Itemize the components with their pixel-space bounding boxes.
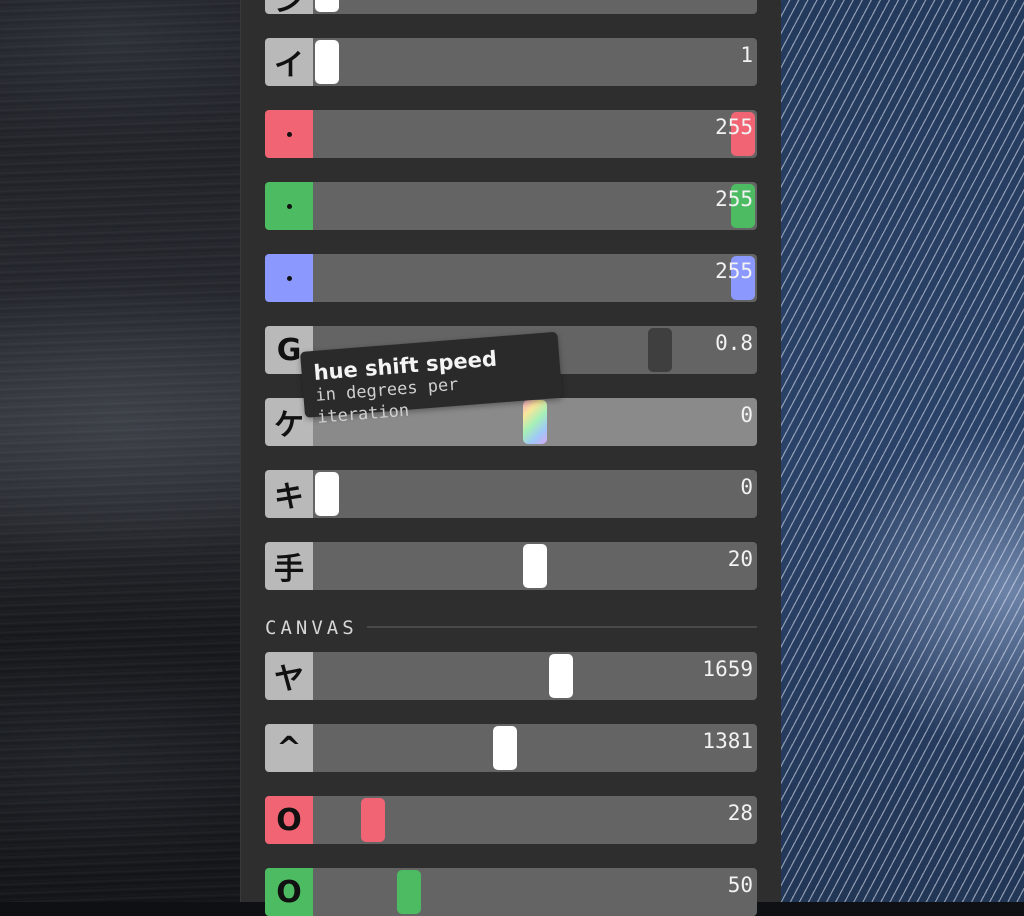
slider-track[interactable]: 1 [313, 38, 757, 86]
section-title-canvas: CANVAS [265, 617, 358, 639]
background-line-pattern [780, 0, 1024, 902]
slider-track[interactable]: 255 [313, 182, 757, 230]
slider-row-green[interactable]: 255 [265, 182, 757, 230]
ki-icon: キ [265, 470, 313, 518]
circle-green-icon: O [265, 868, 313, 916]
green-dot-icon [265, 182, 313, 230]
slider-row-circle-green[interactable]: O 50 [265, 868, 757, 916]
slider-value: 20 [727, 547, 753, 571]
slider-row-height[interactable]: ^ 1381 [265, 724, 757, 772]
slider-track[interactable]: 28 [313, 796, 757, 844]
slider-thumb[interactable] [523, 544, 547, 588]
slider-track[interactable]: 0 [313, 470, 757, 518]
slider-row-width[interactable]: ヤ 1659 [265, 652, 757, 700]
slider-row[interactable]: キ 0 [265, 470, 757, 518]
slider-track[interactable]: 1381 [313, 724, 757, 772]
slider-row-red[interactable]: 255 [265, 110, 757, 158]
slider-value: 1659 [702, 657, 753, 681]
slider-track[interactable]: 255 [313, 110, 757, 158]
slider-row-blue[interactable]: 255 [265, 254, 757, 302]
slider-thumb[interactable] [361, 798, 385, 842]
slider-row[interactable]: ン [265, 0, 757, 19]
circle-red-icon: O [265, 796, 313, 844]
slider-row-circle-red[interactable]: O 28 [265, 796, 757, 844]
slider-value: 255 [715, 115, 753, 139]
slider-thumb[interactable] [315, 40, 339, 84]
slider-value: 255 [715, 259, 753, 283]
slider-track[interactable]: 255 [313, 254, 757, 302]
slider-track[interactable]: 50 [313, 868, 757, 916]
slider-track[interactable]: 1659 [313, 652, 757, 700]
slider-value: 0 [740, 475, 753, 499]
slider-thumb[interactable] [648, 328, 672, 372]
slider-row[interactable]: イ 1 [265, 38, 757, 86]
background-ocean-photo [0, 0, 240, 902]
slider-value: 1381 [702, 729, 753, 753]
slider-value: 255 [715, 187, 753, 211]
slider-thumb[interactable] [315, 472, 339, 516]
slider-value: 0 [740, 403, 753, 427]
slider-thumb[interactable] [315, 0, 339, 12]
slider-value: 50 [727, 873, 753, 897]
height-icon: ^ [265, 724, 313, 772]
slider-value: 0.8 [715, 331, 753, 355]
glyph-one-icon: イ [265, 38, 313, 86]
control-panel: ン イ 1 255 255 255 G 0.8 ケ 0 キ 0 手 20 CAN… [240, 0, 781, 916]
slider-value: 1 [740, 43, 753, 67]
red-dot-icon [265, 110, 313, 158]
slider-track[interactable]: 20 [313, 542, 757, 590]
blue-dot-icon [265, 254, 313, 302]
glyph-top-icon: ン [265, 0, 313, 19]
slider-value: 28 [727, 801, 753, 825]
slider-thumb[interactable] [493, 726, 517, 770]
width-icon: ヤ [265, 652, 313, 700]
slider-thumb[interactable] [549, 654, 573, 698]
section-divider [367, 626, 757, 628]
slider-track[interactable] [313, 0, 757, 14]
te-icon: 手 [265, 542, 313, 590]
slider-thumb[interactable] [397, 870, 421, 914]
slider-row[interactable]: 手 20 [265, 542, 757, 590]
